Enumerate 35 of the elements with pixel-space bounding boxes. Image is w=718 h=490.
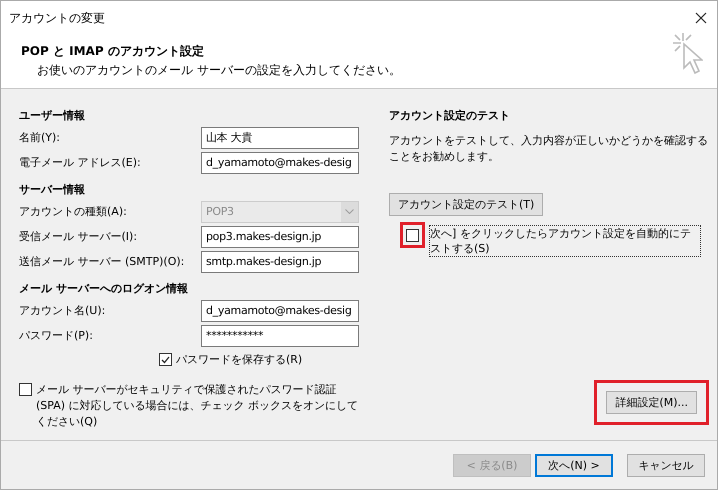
test-description: アカウントをテストして、入力内容が正しいかどうかを確認することをお勧めします。 [389, 133, 709, 165]
section-heading: ユーザー情報 [19, 108, 86, 124]
input-field[interactable]: 山本 大貴 [201, 126, 359, 148]
checkbox-label: パスワードを保存する(R) [176, 352, 302, 368]
field-label: 名前(Y): [19, 130, 60, 145]
field-label: 送信メール サーバー (SMTP)(O): [19, 254, 184, 269]
input-field[interactable]: pop3.makes-design.jp [201, 226, 359, 248]
chevron-down-icon [345, 209, 354, 214]
checkbox-label: メール サーバーがセキュリティで保護されたパスワード認証 (SPA) に対応している場合には、チェック ボックスをオンにしてください(Q) [36, 382, 359, 430]
input-field[interactable]: smtp.makes-design.jp [201, 250, 359, 272]
section-heading: サーバー情報 [19, 182, 86, 198]
page-subtitle: お使いのアカウントのメール サーバーの設定を入力してください。 [36, 62, 401, 79]
page-heading: POP と IMAP のアカウント設定 [21, 43, 205, 60]
section-heading: メール サーバーへのログオン情報 [19, 280, 189, 296]
sparkle-cursor-icon [671, 31, 703, 77]
field-label: 受信メール サーバー(I): [19, 229, 138, 244]
field-label: アカウントの種類(A): [19, 204, 127, 219]
dialog-button[interactable]: 次へ(N) > [535, 454, 613, 476]
field-label: 電子メール アドレス(E): [19, 155, 141, 170]
field-label: パスワード(P): [19, 328, 93, 343]
input-field[interactable]: d_yamamoto@makes-desig [201, 152, 359, 174]
checkbox[interactable] [406, 229, 419, 242]
close-icon[interactable] [695, 12, 707, 24]
test-account-button[interactable]: アカウント設定のテスト(T) [389, 193, 544, 216]
window-title: アカウントの変更 [9, 10, 105, 26]
section-heading: アカウント設定のテスト [389, 108, 511, 124]
input-field[interactable]: d_yamamoto@makes-desig [201, 300, 359, 322]
checkbox[interactable] [159, 353, 172, 366]
dialog-button[interactable]: キャンセル [627, 454, 705, 476]
field-label: アカウント名(U): [19, 303, 106, 318]
checkmark-icon [161, 356, 170, 364]
password-field[interactable]: *********** [201, 324, 359, 346]
checkbox[interactable] [19, 383, 32, 396]
checkbox-label: 次へ] をクリックしたらアカウント設定を自動的にテストする(S) [429, 225, 701, 257]
advanced-settings-button[interactable]: 詳細設定(M)... [606, 391, 697, 414]
